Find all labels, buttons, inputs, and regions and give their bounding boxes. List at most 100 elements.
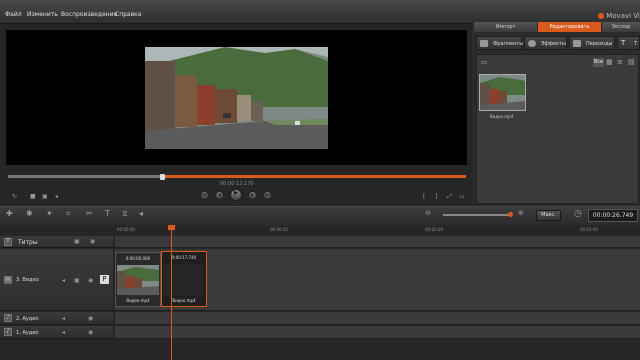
clip-thumbnail (164, 264, 204, 296)
transitions-icon (573, 40, 581, 47)
film-icon: ▤ (4, 276, 12, 284)
app-logo-icon (598, 13, 604, 19)
tab-export[interactable]: Экспор (602, 22, 640, 32)
details-view-icon[interactable]: ▤ (628, 58, 635, 66)
fullscreen-icon[interactable]: ⤢ (447, 193, 452, 201)
timeline-ruler[interactable] (115, 226, 640, 236)
seek-handle[interactable] (160, 174, 165, 180)
stop-icon[interactable]: ■ (30, 193, 36, 200)
ruler-tick: 00:00:20 (425, 227, 443, 232)
text-tool-icon[interactable]: T (105, 209, 110, 218)
menu-help[interactable]: Справка (115, 11, 141, 18)
street-scene-image (145, 47, 328, 149)
clip-name: Видео.mp4 (126, 298, 150, 303)
undo-icon[interactable]: ◂ (139, 209, 143, 218)
aspect-icon[interactable]: ▭ (459, 193, 465, 200)
track-header-video[interactable]: ▤ 3. Видео ◂ ▣ ◉ P (0, 249, 113, 311)
snapshot-icon[interactable]: ▣ (42, 193, 48, 200)
effects-icon (528, 40, 536, 47)
tab-transitions[interactable]: Переходы (569, 36, 615, 50)
track-lane-audio-2[interactable] (115, 312, 640, 325)
tab-clips-label: Фрагменты (493, 41, 524, 47)
tab-titles-label: Т (634, 41, 638, 47)
transition-tool-icon[interactable]: ⧖ (122, 209, 128, 219)
track-header-audio-2[interactable]: ♪ 2. Аудио ◂ ◉ (0, 312, 113, 325)
track-name: 3. Видео (16, 277, 39, 283)
ruler-tick: 00:00:10 (270, 227, 288, 232)
timeline-clip[interactable]: 0:00:00.000 Видео.mp4 (115, 252, 161, 307)
zoom-in-icon[interactable]: ⊕ (518, 209, 524, 217)
visibility-icon[interactable]: ◉ (88, 315, 93, 322)
clip-thumbnail (117, 265, 159, 295)
menu-edit[interactable]: Изменить (27, 11, 58, 18)
pip-icon[interactable]: P (100, 275, 109, 284)
video-frame (145, 47, 328, 149)
titles-icon: T (621, 39, 626, 47)
playhead-handle[interactable] (168, 225, 175, 230)
ruler-tick: 00:00:00 (117, 227, 135, 232)
max-zoom-button[interactable]: Макс. (536, 210, 561, 221)
mute-icon[interactable]: ◂ (62, 315, 65, 322)
tab-import[interactable]: Импорт (474, 22, 537, 32)
zoom-out-icon[interactable]: ⊖ (425, 209, 431, 217)
clip-name: Видео.mp4 (172, 298, 196, 303)
clip-start-time: 0:00:00.000 (125, 256, 151, 261)
track-name: Титры (18, 239, 38, 246)
clock-icon: ◷ (574, 209, 582, 219)
text-track-icon: T (4, 238, 12, 246)
media-item-thumbnail[interactable] (479, 74, 526, 111)
zoom-slider[interactable] (443, 214, 511, 216)
tab-edit[interactable]: Редактировать (538, 22, 601, 32)
track-header-titles[interactable]: T Титры ▣ ◉ (0, 236, 113, 248)
effects-tool-icon[interactable]: ✱ (26, 209, 33, 218)
project-duration: 00:00:26.749 (588, 209, 638, 222)
go-to-start-button[interactable]: ⏮ (200, 191, 209, 200)
mute-icon[interactable]: ◂ (62, 277, 65, 284)
filter-all-button[interactable]: Все (593, 58, 604, 67)
menu-file[interactable]: Файл (5, 11, 22, 18)
previous-frame-button[interactable]: ◂ (215, 191, 224, 200)
cut-icon[interactable]: ✂ (86, 209, 93, 218)
timeline-clip-selected[interactable]: 0:00:17.740 Видео.mp4 (161, 251, 207, 307)
track-lane-audio-1[interactable] (115, 326, 640, 339)
add-icon[interactable]: ✚ (6, 209, 13, 218)
lock-icon[interactable]: ▣ (74, 238, 80, 245)
track-header-audio-1[interactable]: ♪ 1. Аудио ◂ ◉ (0, 326, 113, 339)
clips-icon (480, 40, 488, 47)
tab-clips[interactable]: Фрагменты (476, 36, 524, 50)
magic-icon[interactable]: ✦ (46, 209, 53, 218)
player-timecode: 00:00:12.170 (220, 181, 254, 187)
loop-icon[interactable]: ↻ (12, 193, 17, 200)
menu-playback[interactable]: Воспроизведение (61, 11, 117, 18)
track-name: 2. Аудио (16, 316, 39, 322)
visibility-icon[interactable]: ◉ (88, 329, 93, 336)
track-name: 1. Аудио (16, 330, 39, 336)
tab-effects[interactable]: Эффекты (524, 36, 567, 50)
go-to-end-button[interactable]: ⏭ (263, 191, 272, 200)
zoom-slider-handle[interactable] (508, 212, 513, 217)
list-view-icon[interactable]: ≡ (617, 58, 623, 66)
folder-icon[interactable]: ▭ (481, 58, 488, 66)
lock-icon[interactable]: ▣ (74, 277, 80, 284)
music-note-icon: ♪ (4, 314, 12, 322)
playhead[interactable] (171, 226, 172, 360)
visibility-icon[interactable]: ◉ (88, 277, 93, 284)
mark-in-icon[interactable]: [ (423, 193, 425, 200)
visibility-icon[interactable]: ◉ (90, 238, 95, 245)
mute-icon[interactable]: ◂ (62, 329, 65, 336)
play-button[interactable]: ▶ (230, 189, 242, 201)
track-lane-titles[interactable] (115, 236, 640, 248)
ruler-tick: 00:01:00 (580, 227, 598, 232)
music-note-icon: ♪ (4, 328, 12, 336)
crop-icon[interactable]: ⌗ (66, 209, 71, 219)
app-brand: Movavi Vide (598, 12, 640, 20)
next-frame-button[interactable]: ▸ (248, 191, 257, 200)
tab-titles[interactable]: TТ (617, 36, 640, 50)
volume-icon[interactable]: ◂ (55, 193, 58, 200)
grid-view-icon[interactable]: ▦ (606, 58, 613, 66)
mark-out-icon[interactable]: ] (435, 193, 437, 200)
clip-start-time: 0:00:17.740 (171, 255, 197, 260)
media-item-image (480, 75, 525, 110)
media-item-label: Видео.mp4 (490, 114, 514, 119)
tab-effects-label: Эффекты (541, 41, 566, 47)
